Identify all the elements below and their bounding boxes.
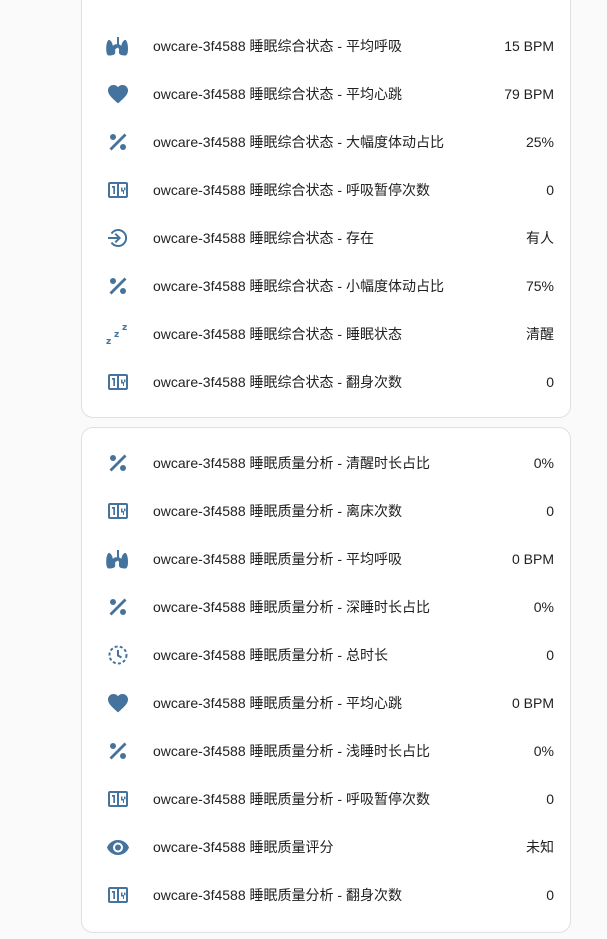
entity-name: owcare-3f4588 睡眠质量分析 - 呼吸暂停次数 [153, 791, 430, 807]
entity-name: owcare-3f4588 睡眠综合状态 - 睡眠状态 [153, 326, 402, 342]
counter-icon [106, 370, 130, 394]
counter-icon [106, 883, 130, 907]
entity-row[interactable]: owcare-3f4588 睡眠质量分析 - 总时长 0 [82, 631, 570, 679]
percent-icon [106, 451, 130, 475]
svg-text:z: z [106, 337, 111, 346]
entity-row[interactable]: owcare-3f4588 睡眠综合状态 - 呼吸暂停次数 0 [82, 166, 570, 214]
entity-state: 0 [546, 503, 554, 519]
entity-row[interactable]: owcare-3f4588 睡眠质量分析 - 浅睡时长占比 0% [82, 727, 570, 775]
entity-row[interactable]: owcare-3f4588 睡眠综合状态 - 小幅度体动占比 75% [82, 262, 570, 310]
entity-state: 清醒 [526, 326, 554, 342]
entity-name: owcare-3f4588 睡眠质量分析 - 平均呼吸 [153, 551, 402, 567]
entity-row[interactable]: owcare-3f4588 睡眠综合状态 - 大幅度体动占比 25% [82, 118, 570, 166]
entity-row[interactable]: owcare-3f4588 睡眠综合状态 - 翻身次数 0 [82, 358, 570, 406]
lungs-icon [106, 547, 130, 571]
percent-icon [106, 130, 130, 154]
entity-state: 0 [546, 374, 554, 390]
svg-text:z: z [122, 323, 127, 333]
entity-name: owcare-3f4588 睡眠质量分析 - 总时长 [153, 647, 388, 663]
entity-state: 25% [525, 134, 554, 150]
entity-row[interactable]: owcare-3f4588 睡眠质量分析 - 深睡时长占比 0% [82, 583, 570, 631]
login-icon [106, 226, 130, 250]
percent-icon [106, 595, 130, 619]
entity-row[interactable]: owcare-3f4588 睡眠综合状态 - 存在 有人 [82, 214, 570, 262]
sleep-icon: zzz [106, 322, 130, 346]
entity-state: 0% [533, 455, 554, 471]
entity-state: 0 [546, 887, 554, 903]
entity-name: owcare-3f4588 睡眠综合状态 - 大幅度体动占比 [153, 134, 444, 150]
entity-row[interactable]: owcare-3f4588 睡眠质量分析 - 清醒时长占比 0% [82, 439, 570, 487]
heart-icon [106, 82, 130, 106]
counter-icon [106, 787, 130, 811]
history-icon [106, 643, 130, 667]
lungs-icon [106, 34, 130, 58]
counter-icon [106, 499, 130, 523]
entity-state: 有人 [526, 230, 554, 246]
entity-name: owcare-3f4588 睡眠综合状态 - 翻身次数 [153, 374, 402, 390]
entity-name: owcare-3f4588 睡眠质量分析 - 离床次数 [153, 503, 402, 519]
entity-state: 0% [533, 599, 554, 615]
entity-state: 0% [533, 743, 554, 759]
entity-state: 0 BPM [511, 695, 554, 711]
entity-name: owcare-3f4588 睡眠质量分析 - 深睡时长占比 [153, 599, 430, 615]
entity-row[interactable]: owcare-3f4588 睡眠质量评分 未知 [82, 823, 570, 871]
entity-row[interactable]: owcare-3f4588 睡眠综合状态 - 平均心跳 79 BPM [82, 70, 570, 118]
entity-state: 0 BPM [511, 551, 554, 567]
entity-name: owcare-3f4588 睡眠综合状态 - 平均心跳 [153, 86, 402, 102]
entity-state: 15 BPM [504, 38, 554, 54]
entity-row[interactable]: owcare-3f4588 睡眠质量分析 - 平均呼吸 0 BPM [82, 535, 570, 583]
entity-state: 79 BPM [504, 86, 554, 102]
svg-text:z: z [114, 330, 119, 340]
entity-state: 未知 [526, 839, 554, 855]
entity-name: owcare-3f4588 睡眠质量评分 [153, 839, 334, 855]
entity-state: 0 [546, 647, 554, 663]
entities-card-sleep-status: owcare-3f4588 睡眠综合状态 - 平均呼吸 15 BPM owcar… [81, 0, 571, 418]
entity-row[interactable]: owcare-3f4588 睡眠质量分析 - 离床次数 0 [82, 487, 570, 535]
entity-row[interactable]: zzz owcare-3f4588 睡眠综合状态 - 睡眠状态 清醒 [82, 310, 570, 358]
entities-card-sleep-quality: owcare-3f4588 睡眠质量分析 - 清醒时长占比 0% owcare-… [81, 427, 571, 933]
percent-icon [106, 274, 130, 298]
entity-state: 0 [546, 791, 554, 807]
heart-icon [106, 691, 130, 715]
entity-name: owcare-3f4588 睡眠质量分析 - 浅睡时长占比 [153, 743, 430, 759]
entity-name: owcare-3f4588 睡眠综合状态 - 存在 [153, 230, 374, 246]
entity-row[interactable]: owcare-3f4588 睡眠质量分析 - 翻身次数 0 [82, 871, 570, 919]
entity-row[interactable]: owcare-3f4588 睡眠质量分析 - 呼吸暂停次数 0 [82, 775, 570, 823]
eye-icon [106, 835, 130, 859]
counter-icon [106, 178, 130, 202]
percent-icon [106, 739, 130, 763]
entity-row[interactable]: owcare-3f4588 睡眠综合状态 - 平均呼吸 15 BPM [82, 22, 570, 70]
entity-name: owcare-3f4588 睡眠综合状态 - 平均呼吸 [153, 38, 402, 54]
entity-state: 0 [546, 182, 554, 198]
entity-name: owcare-3f4588 睡眠综合状态 - 呼吸暂停次数 [153, 182, 430, 198]
entity-name: owcare-3f4588 睡眠质量分析 - 翻身次数 [153, 887, 402, 903]
entity-name: owcare-3f4588 睡眠综合状态 - 小幅度体动占比 [153, 278, 444, 294]
entity-row[interactable]: owcare-3f4588 睡眠质量分析 - 平均心跳 0 BPM [82, 679, 570, 727]
entity-name: owcare-3f4588 睡眠质量分析 - 平均心跳 [153, 695, 402, 711]
entity-name: owcare-3f4588 睡眠质量分析 - 清醒时长占比 [153, 455, 430, 471]
entity-state: 75% [525, 278, 554, 294]
